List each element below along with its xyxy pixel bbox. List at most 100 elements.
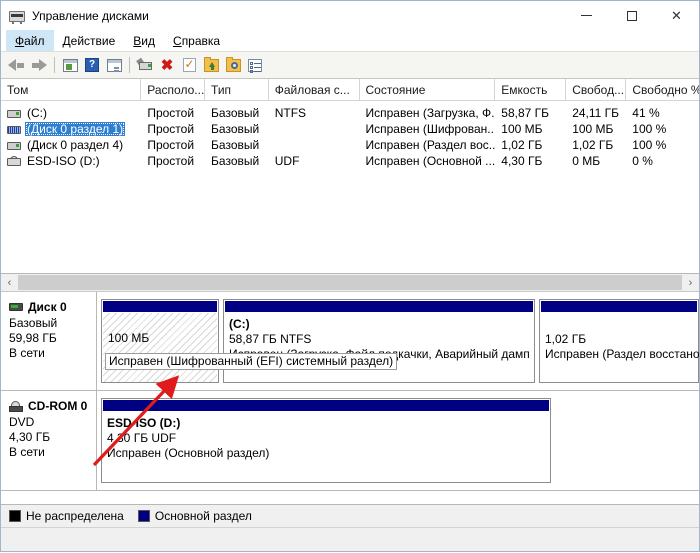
legend: Не распределена Основной раздел	[1, 504, 699, 527]
close-icon: ✕	[671, 8, 682, 23]
check-button[interactable]	[178, 54, 200, 76]
show-console-tree-button[interactable]	[59, 54, 81, 76]
delete-button[interactable]: ✖	[156, 54, 178, 76]
disk-properties-button[interactable]	[134, 54, 156, 76]
volume-free: 100 МБ	[572, 122, 614, 136]
column-header-free[interactable]: Свобод...	[566, 79, 627, 100]
disk-size: 4,30 ГБ	[9, 430, 51, 444]
back-arrow-icon	[17, 62, 24, 68]
volume-free-percent: 0 %	[632, 154, 653, 168]
volume-layout: Простой	[147, 154, 195, 168]
volume-filesystem: NTFS	[274, 106, 307, 120]
volume-list-pane: Том Располо... Тип Файловая с... Состоян…	[1, 79, 699, 274]
table-row[interactable]: (C:) Простой Базовый NTFS Исправен (Загр…	[1, 105, 699, 121]
table-row[interactable]: ESD-ISO (D:) Простой Базовый UDF Исправе…	[1, 153, 699, 169]
volume-type: Базовый	[211, 106, 260, 120]
partition-bar	[225, 301, 533, 312]
close-button[interactable]: ✕	[654, 1, 699, 30]
scrollbar-track[interactable]	[18, 274, 682, 291]
delete-icon: ✖	[160, 56, 174, 74]
list-properties-button[interactable]	[244, 54, 266, 76]
menu-item-file[interactable]: Файл	[6, 30, 54, 51]
column-header-free-percent[interactable]: Свободно %	[626, 79, 699, 100]
column-header-filesystem[interactable]: Файловая с...	[269, 79, 360, 100]
drive-icon	[7, 108, 21, 119]
volume-name: ESD-ISO (D:)	[27, 154, 100, 168]
disk-size: 59,98 ГБ	[9, 331, 57, 345]
scroll-left-arrow-icon[interactable]: ‹	[1, 274, 18, 291]
legend-label-unallocated: Не распределена	[26, 509, 124, 523]
horizontal-scrollbar[interactable]: ‹ ›	[1, 274, 699, 292]
volume-name: (C:)	[27, 106, 47, 120]
partition-size: 1,02 ГБ	[545, 332, 587, 346]
column-header-capacity[interactable]: Емкость	[495, 79, 567, 100]
folder-up-icon	[203, 56, 219, 72]
scrollbar-thumb[interactable]	[18, 275, 682, 290]
disk-info-cdrom0[interactable]: CD-ROM 0 DVD 4,30 ГБ В сети	[1, 391, 97, 490]
table-row[interactable]: (Диск 0 раздел 1) Простой Базовый Исправ…	[1, 121, 699, 137]
volume-capacity: 1,02 ГБ	[501, 138, 543, 152]
partition-status: Исправен (Раздел восстановлени	[545, 347, 699, 361]
disk0-partitions: 100 МБ Исправен (Шифрованный (EFI) систе…	[97, 292, 699, 390]
show-action-pane-button[interactable]	[103, 54, 125, 76]
partition-label: (C:)	[229, 317, 250, 331]
maximize-icon	[626, 10, 637, 21]
volume-capacity: 58,87 ГБ	[501, 106, 550, 120]
toolbar-separator	[129, 57, 130, 73]
partition-c[interactable]: (C:) 58,87 ГБ NTFS Исправен (Загрузка, Ф…	[223, 299, 535, 383]
folder-up-button[interactable]	[200, 54, 222, 76]
list-properties-icon	[248, 58, 262, 73]
help-button[interactable]: ?	[81, 54, 103, 76]
partition-size: 100 МБ	[108, 331, 150, 345]
volume-filesystem: UDF	[274, 154, 300, 168]
volume-capacity: 4,30 ГБ	[501, 154, 543, 168]
partition-efi[interactable]: 100 МБ Исправен (Шифрованный (EFI) систе…	[101, 299, 398, 383]
disk-graphical-pane: Диск 0 Базовый 59,98 ГБ В сети 100 МБ Ис…	[1, 292, 699, 504]
show-action-pane-icon	[106, 58, 122, 72]
menu-item-action[interactable]: Действие	[54, 30, 125, 51]
volume-layout: Простой	[147, 106, 195, 120]
table-row[interactable]: (Диск 0 раздел 4) Простой Базовый Исправ…	[1, 137, 699, 153]
menu-bar: Файл Действие Вид Справка	[1, 30, 699, 52]
folder-search-icon	[225, 56, 241, 72]
efi-partition-icon	[7, 124, 21, 135]
help-icon: ?	[85, 58, 99, 72]
partition-status-tooltip: Исправен (Шифрованный (EFI) системный ра…	[105, 353, 398, 370]
menu-item-help[interactable]: Справка	[164, 30, 229, 51]
column-header-volume[interactable]: Том	[1, 79, 142, 100]
partition-label: ESD-ISO (D:)	[107, 416, 181, 430]
disk-row-disk0[interactable]: Диск 0 Базовый 59,98 ГБ В сети 100 МБ Ис…	[1, 292, 699, 391]
partition-size: 4,30 ГБ UDF	[107, 431, 177, 445]
folder-search-button[interactable]	[222, 54, 244, 76]
partition-esd-iso[interactable]: ESD-ISO (D:) 4,30 ГБ UDF Исправен (Основ…	[101, 398, 551, 483]
volume-type: Базовый	[211, 122, 260, 136]
minimize-button[interactable]	[564, 1, 609, 30]
volume-status: Исправен (Раздел вос...	[365, 138, 496, 152]
maximize-button[interactable]	[609, 1, 654, 30]
partition-status: Исправен (Основной раздел)	[107, 446, 270, 460]
forward-arrow-icon	[32, 62, 39, 68]
menu-item-view[interactable]: Вид	[124, 30, 164, 51]
disk-row-cdrom0[interactable]: CD-ROM 0 DVD 4,30 ГБ В сети ESD-ISO (D:)…	[1, 391, 699, 491]
column-header-layout[interactable]: Располо...	[141, 79, 206, 100]
column-header-status[interactable]: Состояние	[360, 79, 496, 100]
volume-type: Базовый	[211, 154, 260, 168]
forward-button[interactable]	[28, 54, 50, 76]
scroll-right-arrow-icon[interactable]: ›	[682, 274, 699, 291]
volume-status: Исправен (Шифрован...	[365, 122, 496, 136]
partition-bar	[103, 400, 549, 411]
column-header-type[interactable]: Тип	[205, 79, 269, 100]
volume-status: Исправен (Основной ...	[365, 154, 496, 168]
title-bar: Управление дисками ✕	[1, 1, 699, 30]
partition-recovery[interactable]: 1,02 ГБ Исправен (Раздел восстановлени	[539, 299, 699, 383]
legend-swatch-unallocated	[9, 510, 21, 522]
back-button[interactable]	[6, 54, 28, 76]
legend-unallocated: Не распределена	[9, 509, 124, 523]
cdrom0-partitions: ESD-ISO (D:) 4,30 ГБ UDF Исправен (Основ…	[97, 391, 699, 490]
disk-info-disk0[interactable]: Диск 0 Базовый 59,98 ГБ В сети	[1, 292, 97, 390]
volume-type: Базовый	[211, 138, 260, 152]
disk-state: В сети	[9, 346, 45, 360]
hard-disk-icon	[9, 302, 23, 312]
partition-bar	[541, 301, 697, 312]
toolbar: ? ✖	[1, 52, 699, 79]
